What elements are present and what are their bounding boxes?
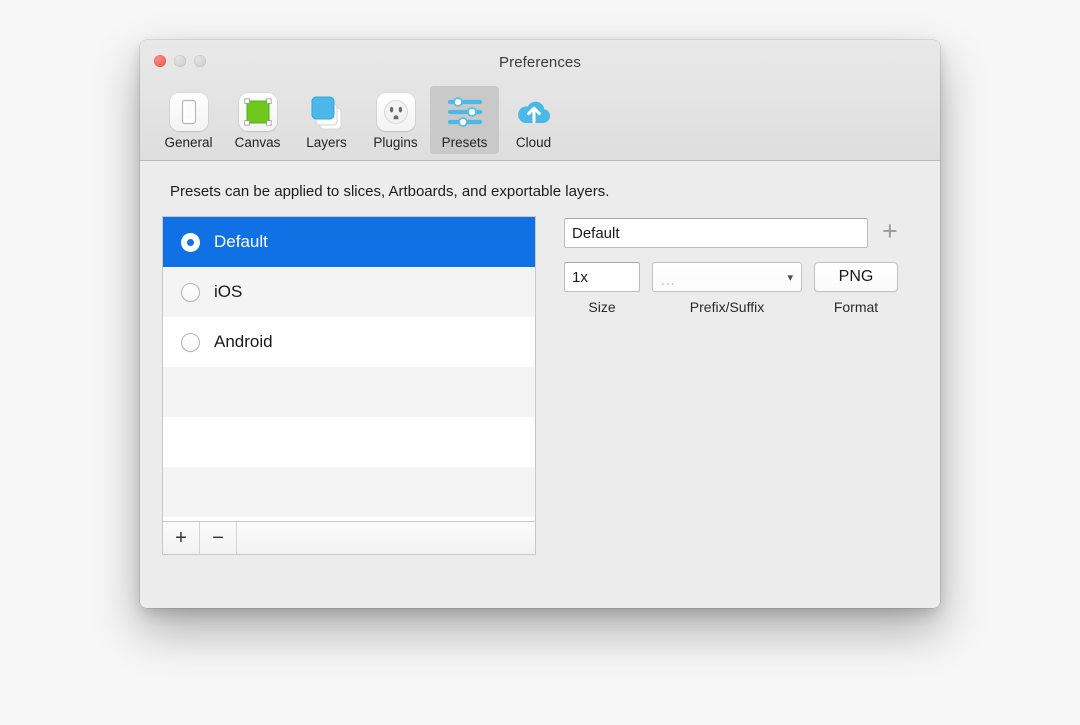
add-preset-button[interactable]: + (163, 522, 200, 554)
preferences-content: Presets can be applied to slices, Artboa… (140, 161, 940, 608)
export-options-row: Size ... ▾ Prefix/Suffix PNG Format (564, 262, 918, 315)
preset-list[interactable]: Default iOS Android (162, 216, 536, 521)
tab-cloud[interactable]: Cloud (499, 86, 568, 154)
prefix-suffix-select[interactable]: ... ▾ (652, 262, 802, 292)
prefix-suffix-label: Prefix/Suffix (689, 299, 765, 315)
size-label: Size (588, 299, 616, 315)
preset-name-row: + (564, 218, 918, 248)
sliders-icon (444, 91, 486, 133)
radio-icon[interactable] (181, 282, 200, 302)
prefix-suffix-group: ... ▾ Prefix/Suffix (652, 262, 802, 315)
add-export-row-icon[interactable]: + (882, 218, 898, 248)
format-label: Format (833, 299, 879, 315)
tab-presets[interactable]: Presets (430, 86, 499, 154)
list-item[interactable]: iOS (163, 267, 535, 317)
tab-plugins[interactable]: Plugins (361, 86, 430, 154)
prefix-suffix-value: ... (661, 272, 676, 288)
window-title: Preferences (499, 54, 581, 71)
power-outlet-icon (375, 91, 417, 133)
list-item[interactable]: Default (163, 217, 535, 267)
title-bar: Preferences (140, 40, 940, 86)
tab-presets-label: Presets (441, 135, 488, 150)
tab-cloud-label: Cloud (515, 135, 552, 150)
format-button[interactable]: PNG (814, 262, 898, 292)
list-item-label: iOS (214, 282, 243, 301)
window-chrome: Preferences General Canvas Layers Plugin… (140, 40, 940, 161)
preferences-toolbar: General Canvas Layers Plugins Presets Cl… (140, 86, 940, 160)
size-input[interactable] (564, 262, 640, 292)
list-item-empty[interactable] (163, 417, 535, 467)
tab-layers[interactable]: Layers (292, 86, 361, 154)
tab-general-label: General (164, 135, 213, 150)
radio-icon[interactable] (181, 332, 200, 352)
format-group: PNG Format (814, 262, 898, 315)
tab-canvas-label: Canvas (234, 135, 281, 150)
tab-plugins-label: Plugins (373, 135, 418, 150)
presets-columns: Default iOS Android + − Default + 1x Siz… (162, 216, 918, 555)
tab-general[interactable]: General (154, 86, 223, 154)
presets-description: Presets can be applied to slices, Artboa… (170, 183, 610, 200)
preset-list-footer: + − (162, 521, 536, 555)
chevron-down-icon: ▾ (787, 271, 793, 284)
tab-canvas[interactable]: Canvas (223, 86, 292, 154)
size-group: Size (564, 262, 640, 315)
remove-preset-button[interactable]: − (200, 522, 237, 554)
cloud-upload-icon (513, 91, 555, 133)
list-item[interactable]: Android (163, 317, 535, 367)
footer-spacer (237, 522, 535, 554)
radio-icon[interactable] (181, 232, 200, 252)
device-icon (168, 91, 210, 133)
preset-list-column: Default iOS Android + − (162, 216, 536, 555)
list-item-label: Android (214, 332, 273, 351)
preset-detail-column: + Size ... ▾ Prefix/Suffix (564, 216, 918, 315)
canvas-square-icon (237, 91, 279, 133)
list-item-empty[interactable] (163, 367, 535, 417)
list-item-label: Default (214, 232, 268, 251)
preset-name-input[interactable] (564, 218, 868, 248)
list-item-empty[interactable] (163, 467, 535, 517)
layers-stack-icon (306, 91, 348, 133)
tab-layers-label: Layers (306, 135, 347, 150)
preferences-window: Preferences General Canvas Layers Plugin… (140, 40, 940, 608)
